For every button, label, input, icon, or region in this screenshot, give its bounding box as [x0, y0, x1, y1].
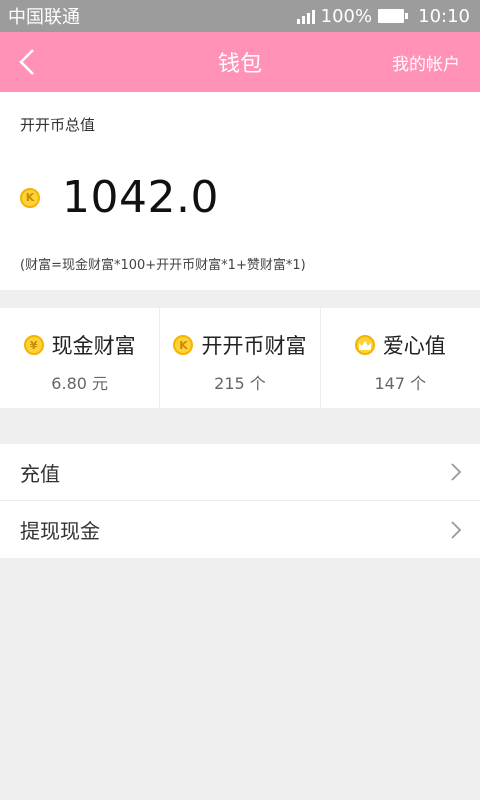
nav-bar: 钱包 我的帐户 [0, 32, 480, 92]
asset-cash[interactable]: ¥ 现金财富 6.80 元 [0, 308, 161, 408]
asset-kcoin[interactable]: K 开开币财富 215 个 [160, 308, 321, 408]
clock: 10:10 [418, 5, 470, 27]
total-label: 开开币总值 [20, 116, 96, 134]
battery-icon [378, 9, 409, 23]
menu-withdraw[interactable]: 提现现金 [0, 501, 480, 558]
total-amount: 1042.0 [62, 172, 219, 223]
k-coin-icon: K [20, 187, 40, 208]
chevron-right-icon [451, 520, 462, 539]
total-formula: (财富=现金财富*100+开开币财富*1+赞财富*1) [20, 258, 306, 273]
asset-name: 开开币财富 [201, 334, 307, 358]
menu-item-label: 提现现金 [20, 519, 100, 543]
back-arrow-icon [19, 49, 34, 75]
asset-summary: ¥ 现金财富 6.80 元 K 开开币财富 215 个 爱心值 147 个 [0, 308, 480, 408]
asset-value: 6.80 元 [51, 374, 109, 393]
wallet-menu: 充值 提现现金 [0, 444, 480, 558]
battery-percent: 100% [320, 5, 373, 27]
signal-icon [296, 8, 315, 24]
yen-coin-icon: ¥ [23, 335, 44, 355]
menu-recharge[interactable]: 充值 [0, 444, 480, 501]
asset-love[interactable]: 爱心值 147 个 [321, 308, 480, 408]
k-coin-icon: K [173, 335, 194, 355]
total-value-row: K 1042.0 [20, 172, 219, 223]
total-value-card: 开开币总值 K 1042.0 (财富=现金财富*100+开开币财富*1+赞财富*… [0, 92, 480, 290]
asset-value: 215 个 [214, 374, 266, 393]
status-right: 100% 10:10 [296, 5, 470, 27]
back-button[interactable] [0, 32, 54, 92]
carrier-name: 中国联通 [8, 7, 80, 28]
menu-item-label: 充值 [20, 461, 60, 486]
my-account-link[interactable]: 我的帐户 [392, 50, 480, 75]
chevron-right-icon [451, 463, 462, 481]
asset-value: 147 个 [374, 374, 427, 393]
crown-icon [354, 335, 375, 355]
asset-name: 现金财富 [51, 334, 136, 358]
asset-name: 爱心值 [382, 334, 446, 358]
status-bar: 中国联通 100% 10:10 [0, 0, 480, 32]
